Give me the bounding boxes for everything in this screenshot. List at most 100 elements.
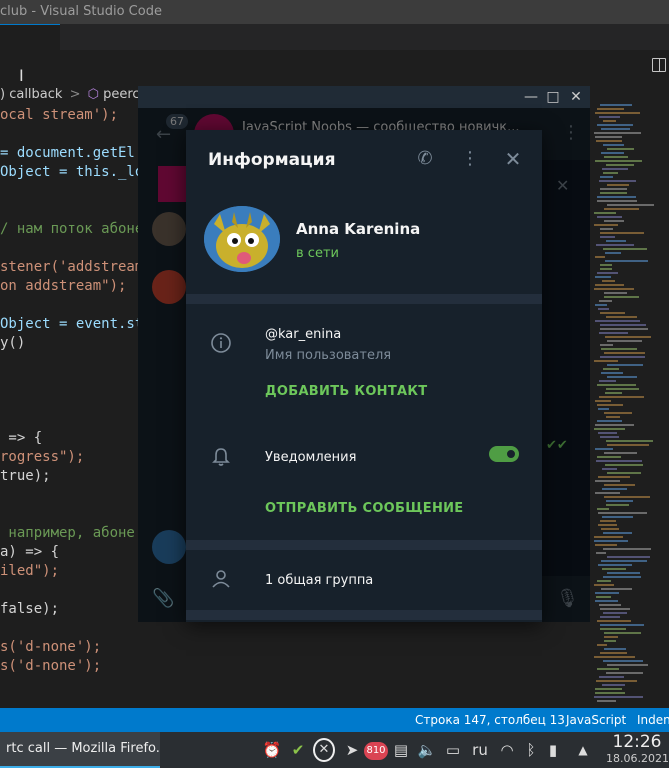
minimap-line [600, 264, 612, 266]
code-line[interactable]: s('d-none'); [0, 638, 101, 657]
profile-avatar[interactable] [204, 206, 280, 272]
code-line[interactable]: s('d-none'); [0, 657, 101, 676]
code-line[interactable]: stener('addstream [0, 258, 143, 277]
minimap-line [606, 240, 626, 242]
blocked-icon[interactable]: ✕ [313, 738, 335, 762]
code-line[interactable]: true); [0, 467, 51, 486]
minimap-line [597, 216, 622, 218]
code-line[interactable]: false); [0, 600, 59, 619]
code-line[interactable]: Object = this._lo [0, 163, 143, 182]
cursor-position[interactable]: Строка 147, столбец 13 [415, 708, 565, 732]
code-line[interactable]: например, абоне [0, 524, 134, 543]
tray-expand-icon[interactable]: ▲ [574, 738, 592, 762]
minimap-line [597, 620, 631, 622]
minimap[interactable] [590, 100, 669, 706]
code-line[interactable]: a) => { [0, 543, 59, 562]
username-value[interactable]: @kar_enina [265, 327, 341, 342]
minimap-line [595, 276, 611, 278]
minimap-line [607, 148, 634, 150]
maximize-button[interactable]: □ [542, 86, 564, 108]
battery-icon[interactable]: ▮ [545, 738, 561, 762]
minimap-line [600, 628, 626, 630]
minimap-line [597, 124, 633, 126]
minimap-line [598, 564, 632, 566]
close-window-button[interactable]: ✕ [565, 86, 587, 108]
code-line[interactable]: => { [0, 429, 42, 448]
minimap-line [595, 400, 611, 402]
minimap-line [594, 428, 625, 430]
network-check-icon[interactable]: ✔ [288, 738, 308, 762]
volume-icon[interactable]: 🔈 [416, 738, 438, 762]
minimap-line [600, 228, 613, 230]
minimap-line [595, 304, 607, 306]
code-line[interactable]: Object = event.st [0, 315, 143, 334]
vscode-title-bar: club - Visual Studio Code [0, 0, 669, 24]
code-line[interactable]: on addstream"); [0, 277, 126, 296]
bluetooth-icon[interactable]: ᛒ [523, 738, 539, 762]
minimap-line [603, 548, 651, 550]
minimap-line [597, 668, 619, 670]
wifi-icon[interactable]: ◠ [496, 738, 518, 762]
minimap-line [596, 680, 637, 682]
code-line[interactable]: iled"); [0, 562, 59, 581]
task-firefox[interactable]: rtc call — Mozilla Firefo... [0, 732, 160, 768]
minimap-line [595, 544, 617, 546]
cube-icon: ⬡ [87, 87, 99, 102]
minimap-line [602, 488, 627, 490]
minimap-line [594, 224, 618, 226]
minimap-line [595, 160, 642, 162]
keyboard-layout[interactable]: ru [469, 738, 491, 762]
minimap-line [604, 640, 616, 642]
dialog-title: Информация [208, 150, 336, 170]
clock-time[interactable]: 12:26 [606, 732, 668, 752]
minimap-line [597, 404, 623, 406]
send-message-button[interactable]: ОТПРАВИТЬ СООБЩЕНИЕ [265, 501, 464, 516]
minimap-line [605, 252, 621, 254]
code-line[interactable]: rogress"); [0, 448, 84, 467]
minimap-line [606, 316, 637, 318]
minimap-line [594, 536, 623, 538]
minimap-line [607, 444, 649, 446]
code-editor[interactable]: ocal stream'); = document.getEl Object = t… [0, 106, 145, 706]
minimap-line [595, 112, 640, 114]
code-line[interactable]: = document.getEl [0, 144, 135, 163]
common-groups[interactable]: 1 общая группа [265, 573, 373, 588]
telegram-tray-icon[interactable]: ➤ [342, 738, 362, 762]
minimap-line [595, 320, 640, 322]
add-contact-button[interactable]: ДОБАВИТЬ КОНТАКТ [265, 384, 427, 399]
text-cursor-icon: I [19, 66, 24, 85]
minimap-line [601, 128, 630, 130]
close-icon[interactable]: ✕ [502, 148, 524, 170]
phone-icon[interactable]: ✆ [414, 148, 436, 170]
minimap-line [607, 376, 637, 378]
clipboard-icon[interactable]: ▤ [392, 738, 410, 762]
online-status: в сети [296, 246, 339, 261]
language-mode[interactable]: JavaScript [566, 708, 626, 732]
minimap-line [595, 592, 619, 594]
minimap-line [600, 436, 619, 438]
code-line[interactable]: / нам поток абоне [0, 220, 143, 239]
minimap-line [598, 308, 609, 310]
minimap-line [595, 284, 624, 286]
more-options-icon[interactable]: ⋮ [459, 148, 481, 170]
code-line[interactable]: ocal stream'); [0, 106, 118, 125]
notification-bell-icon[interactable]: ⏰ [262, 738, 282, 762]
profile-name: Anna Karenina [296, 220, 421, 238]
minimap-line [602, 280, 615, 282]
split-editor-icon[interactable] [652, 58, 666, 72]
minimap-line [599, 396, 644, 398]
clock-date[interactable]: 18.06.2021 [606, 752, 669, 765]
breadcrumb-callback[interactable]: ) callback [0, 87, 62, 102]
code-line[interactable]: y() [0, 334, 25, 353]
minimize-button[interactable]: — [520, 86, 542, 108]
notifications-toggle[interactable] [489, 446, 519, 462]
minimap-line [597, 700, 616, 702]
editor-tab[interactable] [0, 24, 60, 50]
minimap-line [603, 612, 627, 614]
display-icon[interactable]: ▭ [443, 738, 463, 762]
minimap-line [600, 324, 646, 326]
info-dialog: Информация ✆ ⋮ ✕ Anna Karenina в сети @k… [186, 130, 542, 622]
indentation[interactable]: Inden [637, 708, 669, 732]
username-label: Имя пользователя [265, 348, 392, 363]
minimap-line [603, 172, 618, 174]
